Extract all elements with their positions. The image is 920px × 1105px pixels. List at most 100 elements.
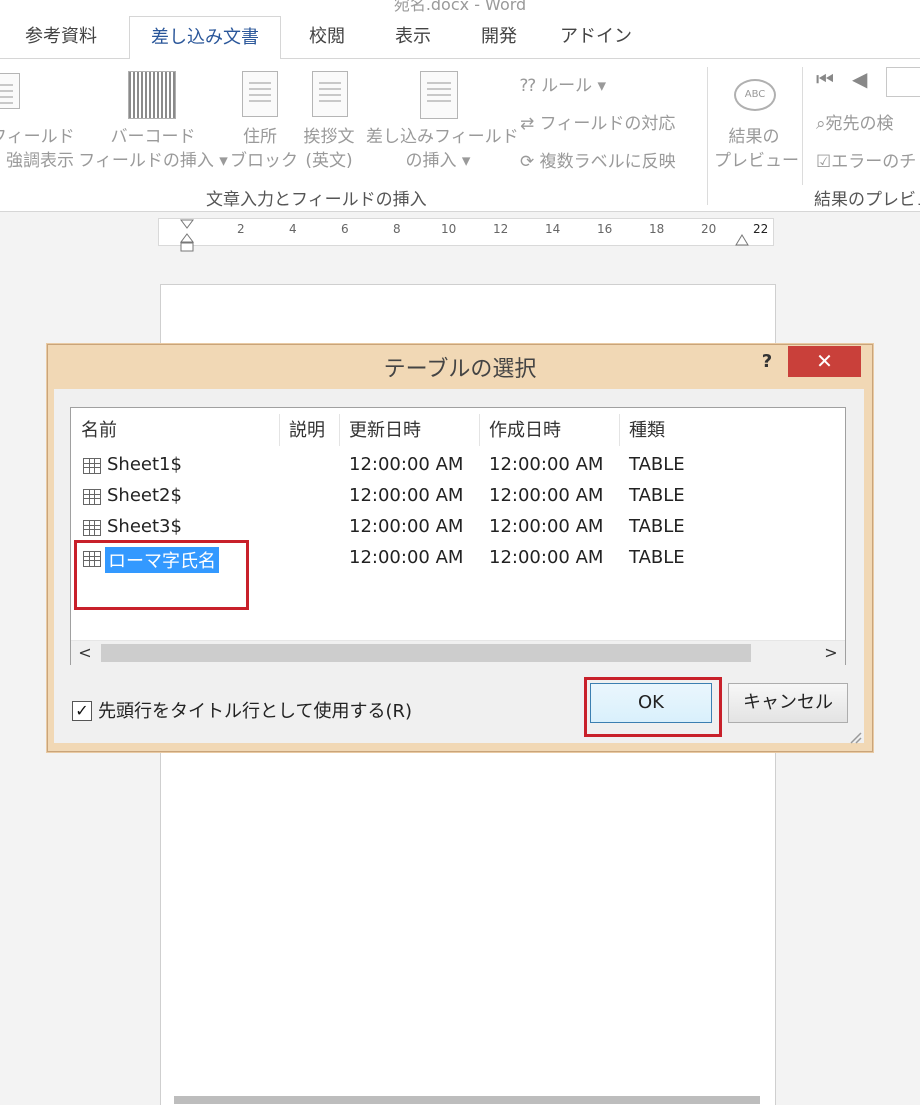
close-button[interactable]: ✕	[788, 346, 861, 377]
insert-merge-field-icon	[420, 71, 458, 119]
column-header-modified[interactable]: 更新日時	[349, 416, 421, 446]
select-table-dialog: テーブルの選択 ? ✕ 名前 説明 更新日時 作成日時 種類 Sheet1$ 1…	[47, 344, 873, 752]
dialog-body: 名前 説明 更新日時 作成日時 種類 Sheet1$ 12:00:00 AM 1…	[54, 389, 864, 744]
table-row[interactable]: Sheet1$ 12:00:00 AM 12:00:00 AM TABLE	[79, 452, 779, 480]
row-type: TABLE	[629, 454, 685, 475]
ruler-tick: 12	[493, 222, 509, 236]
first-record-icon[interactable]: ⏮	[816, 67, 834, 91]
row-type: TABLE	[629, 485, 685, 506]
highlight-box	[74, 540, 249, 610]
table-icon	[83, 520, 101, 536]
ruler-tick: 22	[753, 222, 769, 236]
row-created: 12:00:00 AM	[489, 516, 604, 537]
first-row-header-checkbox[interactable]: ✓	[72, 701, 92, 721]
table-row[interactable]: Sheet2$ 12:00:00 AM 12:00:00 AM TABLE	[79, 483, 779, 511]
ruler-tick: 20	[701, 222, 717, 236]
first-row-header-label[interactable]: 先頭行をタイトル行として使用する(R)	[98, 697, 412, 723]
table-icon	[83, 458, 101, 474]
ruler-tick: 8	[393, 222, 401, 236]
group-label-preview: 結果のプレビュ	[814, 190, 920, 210]
insert-merge-field-button[interactable]: 差し込みフィールド の挿入 ▾	[366, 125, 519, 173]
ruler-tick: 14	[545, 222, 561, 236]
insert-barcode-button[interactable]: バーコード フィールドの挿入 ▾	[78, 125, 228, 173]
column-header-name[interactable]: 名前	[81, 416, 117, 446]
table-icon	[83, 489, 101, 505]
tab-developer[interactable]: 開発	[468, 16, 530, 58]
header-divider[interactable]	[279, 414, 280, 446]
tab-mailings[interactable]: 差し込み文書	[129, 16, 281, 60]
row-modified: 12:00:00 AM	[349, 547, 464, 568]
row-created: 12:00:00 AM	[489, 547, 604, 568]
header-divider[interactable]	[479, 414, 480, 446]
rules-icon: ⁇	[520, 76, 536, 96]
ruler-tick: 16	[597, 222, 613, 236]
header-divider[interactable]	[339, 414, 340, 446]
record-number-field[interactable]	[886, 67, 920, 97]
column-header-created[interactable]: 作成日時	[489, 416, 561, 446]
address-block-button[interactable]: 住所 ブロック	[230, 125, 298, 173]
row-created: 12:00:00 AM	[489, 454, 604, 475]
scrollbar-thumb[interactable]	[101, 644, 751, 662]
ruler-tick: 18	[649, 222, 665, 236]
row-created: 12:00:00 AM	[489, 485, 604, 506]
previous-record-icon[interactable]: ◀	[852, 67, 867, 91]
horizontal-ruler[interactable]: 2 4 6 8 10 12 14 16 18 20 22	[158, 218, 774, 252]
horizontal-scrollbar[interactable]: < >	[71, 640, 845, 665]
search-icon: ⌕	[816, 114, 826, 134]
ribbon-separator	[802, 67, 803, 185]
barcode-icon	[128, 71, 176, 119]
greeting-line-button[interactable]: 挨拶文 (英文)	[296, 125, 362, 173]
greeting-line-icon	[312, 71, 348, 117]
preview-results-button[interactable]: 結果の プレビュー	[714, 125, 799, 173]
page-shadow	[174, 1096, 760, 1104]
tab-addins[interactable]: アドイン	[556, 16, 636, 58]
rules-button[interactable]: ⁇ ルール ▾	[520, 71, 606, 96]
row-modified: 12:00:00 AM	[349, 485, 464, 506]
row-name: Sheet2$	[107, 485, 182, 506]
title-bar: 宛名.docx - Word	[0, 0, 920, 16]
row-name: Sheet1$	[107, 454, 182, 475]
ruler-tick: 6	[341, 222, 349, 236]
column-header-type[interactable]: 種類	[629, 416, 665, 446]
update-labels-button[interactable]: ⟳ 複数ラベルに反映	[520, 147, 676, 172]
tab-references[interactable]: 参考資料	[10, 16, 112, 58]
row-type: TABLE	[629, 547, 685, 568]
scroll-left-icon[interactable]: <	[73, 642, 97, 664]
match-fields-button[interactable]: ⇄ フィールドの対応	[520, 109, 675, 134]
row-type: TABLE	[629, 516, 685, 537]
row-name: Sheet3$	[107, 516, 182, 537]
table-list[interactable]: 名前 説明 更新日時 作成日時 種類 Sheet1$ 12:00:00 AM 1…	[70, 407, 846, 665]
ribbon-tab-row: 参考資料 差し込み文書 校閲 表示 開発 アドイン	[0, 16, 920, 60]
address-block-icon	[242, 71, 278, 117]
cancel-button[interactable]: キャンセル	[728, 683, 848, 723]
dialog-title: テーブルの選択	[383, 357, 537, 382]
update-labels-icon: ⟳	[520, 152, 535, 172]
row-modified: 12:00:00 AM	[349, 454, 464, 475]
resize-grip-icon[interactable]	[848, 729, 862, 744]
tab-view[interactable]: 表示	[382, 16, 444, 58]
check-errors-button[interactable]: ☑エラーのチ	[816, 147, 916, 172]
match-fields-icon: ⇄	[520, 114, 535, 134]
row-modified: 12:00:00 AM	[349, 516, 464, 537]
highlight-fields-icon	[0, 73, 20, 109]
column-header-description[interactable]: 説明	[289, 416, 325, 446]
scroll-right-icon[interactable]: >	[819, 642, 843, 664]
right-indent-marker-icon[interactable]	[735, 231, 749, 246]
ok-highlight-box	[584, 677, 722, 737]
preview-results-icon: ABC	[734, 79, 776, 111]
close-icon: ✕	[816, 349, 833, 373]
window-title: 宛名.docx - Word	[393, 0, 527, 14]
find-recipient-button[interactable]: ⌕宛先の検	[816, 109, 894, 134]
help-button[interactable]: ?	[754, 351, 780, 375]
tab-review[interactable]: 校閲	[296, 16, 358, 58]
ruler-tick: 2	[237, 222, 245, 236]
table-row[interactable]: Sheet3$ 12:00:00 AM 12:00:00 AM TABLE	[79, 514, 779, 542]
header-divider[interactable]	[619, 414, 620, 446]
indent-marker-icon[interactable]	[179, 219, 195, 252]
ruler-tick: 10	[441, 222, 457, 236]
highlight-fields-button[interactable]: フィールド強調表示	[0, 125, 75, 173]
check-errors-icon: ☑	[816, 152, 832, 172]
ruler-tick: 4	[289, 222, 297, 236]
group-separator	[707, 67, 708, 205]
ribbon: フィールド強調表示 バーコードフィールドの挿入 ▾ 住所ブロック 挨拶文(英文)…	[0, 59, 920, 212]
